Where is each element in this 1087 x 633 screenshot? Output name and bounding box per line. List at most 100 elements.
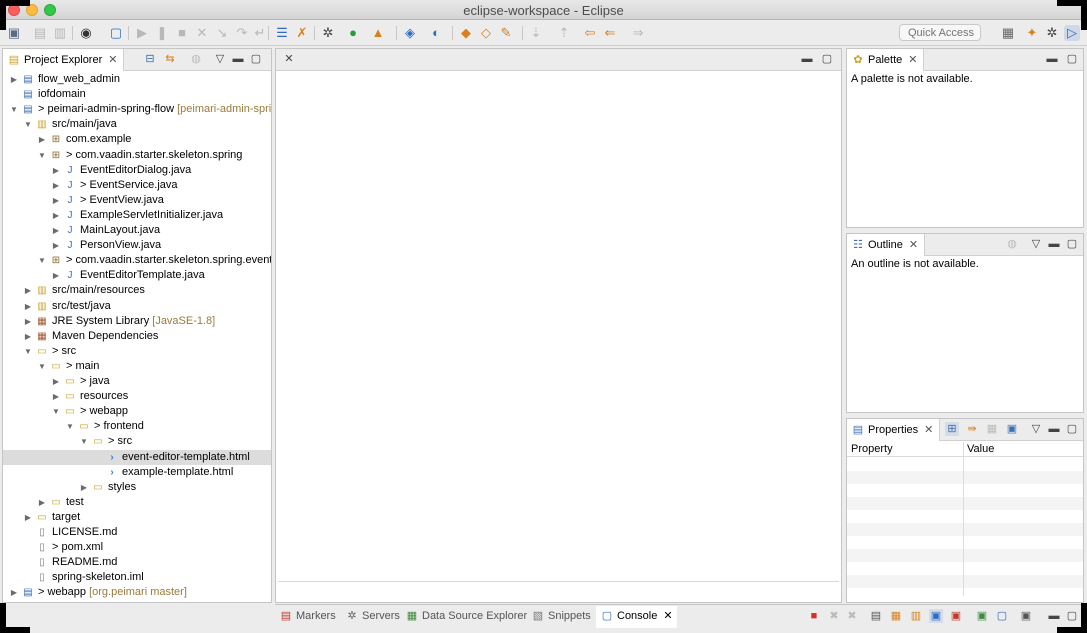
step-into-icon[interactable]: ↘: [214, 25, 230, 41]
collapse-triangle-icon[interactable]: ▶: [51, 389, 61, 404]
minimize-icon[interactable]: ▬: [1047, 609, 1061, 623]
sort-icon[interactable]: ◍: [1005, 237, 1019, 251]
tree-item[interactable]: ▤ iofdomain: [3, 87, 271, 102]
step-return-icon[interactable]: ↵: [252, 25, 268, 41]
maximize-icon[interactable]: ▢: [249, 52, 263, 66]
categories-icon[interactable]: ⊞: [945, 422, 959, 436]
tree-item[interactable]: ▶ ▦ Maven Dependencies: [3, 329, 271, 344]
expand-triangle-icon[interactable]: ▼: [65, 419, 75, 434]
focus-icon[interactable]: ◍: [189, 52, 203, 66]
web-perspective-icon[interactable]: ▷: [1064, 25, 1080, 41]
search-icon[interactable]: ✎: [498, 25, 514, 41]
collapse-triangle-icon[interactable]: ▶: [51, 193, 61, 208]
collapse-triangle-icon[interactable]: ▶: [51, 374, 61, 389]
tree-item[interactable]: ▼ ▥ src/main/java: [3, 117, 271, 132]
previous-annotation-icon[interactable]: ⇡: [556, 25, 572, 41]
tree-item[interactable]: ▶ J PersonView.java: [3, 238, 271, 253]
pin-icon[interactable]: ▣: [1005, 422, 1019, 436]
collapse-triangle-icon[interactable]: ▶: [51, 208, 61, 223]
tab-data-source-explorer[interactable]: ▦ Data Source Explorer: [405, 609, 527, 622]
tree-item[interactable]: ▶ J ExampleServletInitializer.java: [3, 208, 271, 223]
tab-snippets[interactable]: ▧ Snippets: [531, 609, 591, 622]
collapse-triangle-icon[interactable]: ▶: [79, 480, 89, 495]
tree-item[interactable]: ▶ ▭ test: [3, 495, 271, 510]
collapse-triangle-icon[interactable]: ▶: [23, 329, 33, 344]
expand-triangle-icon[interactable]: ▼: [37, 148, 47, 163]
resume-icon[interactable]: ▶: [134, 25, 150, 41]
tree-item[interactable]: ▯ README.md: [3, 555, 271, 570]
tree-item[interactable]: › example-template.html: [3, 465, 271, 480]
tree-item[interactable]: ▶ ⊞ com.example: [3, 132, 271, 147]
tree-item[interactable]: ▶ ▤ > webapp [org.peimari master]: [3, 585, 271, 600]
tab-project-explorer[interactable]: ▤ Project Explorer ✕: [3, 49, 125, 71]
step-over-icon[interactable]: ↷: [234, 25, 250, 41]
collapse-triangle-icon[interactable]: ▶: [51, 268, 61, 283]
terminate-console-icon[interactable]: ■: [807, 609, 821, 623]
tab-servers[interactable]: ✲ Servers: [345, 609, 400, 622]
tab-outline[interactable]: ☷ Outline ✕: [847, 234, 926, 256]
suspend-icon[interactable]: ❚: [154, 25, 170, 41]
tree-item[interactable]: ▶ ▭ target: [3, 510, 271, 525]
profile-icon[interactable]: ◉: [78, 25, 94, 41]
editor-minimize-icon[interactable]: ▬: [800, 52, 814, 66]
tree-item[interactable]: ▶ ▤ flow_web_admin: [3, 72, 271, 87]
terminate-icon[interactable]: ■: [174, 25, 190, 41]
tree-item[interactable]: ▶ ▥ src/test/java: [3, 299, 271, 314]
close-icon[interactable]: ✕: [909, 239, 918, 251]
back-icon[interactable]: ⇐: [602, 25, 618, 41]
tree-item[interactable]: ▶ ▦ JRE System Library [JavaSE-1.8]: [3, 314, 271, 329]
expand-triangle-icon[interactable]: ▼: [37, 359, 47, 374]
remove-all-icon[interactable]: ✖: [845, 609, 859, 623]
tree-item[interactable]: ▯ spring-skeleton.iml: [3, 570, 271, 585]
open-type-icon[interactable]: ◆: [458, 25, 474, 41]
tree-item[interactable]: ▼ ▭ > src: [3, 434, 271, 449]
tree-item[interactable]: ▶ ▭ > java: [3, 374, 271, 389]
maximize-icon[interactable]: ▢: [1065, 237, 1079, 251]
external-tools-icon[interactable]: ▲: [370, 25, 386, 41]
view-menu-icon[interactable]: ▽: [213, 52, 227, 66]
editor-close-icon[interactable]: ✕: [282, 52, 296, 66]
collapse-triangle-icon[interactable]: ▶: [51, 163, 61, 178]
display-console-icon[interactable]: ▢: [995, 609, 1009, 623]
tree-item[interactable]: ▼ ▭ > src: [3, 344, 271, 359]
show-on-error-icon[interactable]: ▣: [949, 609, 963, 623]
clear-console-icon[interactable]: ▤: [869, 609, 883, 623]
expand-triangle-icon[interactable]: ▼: [79, 434, 89, 449]
tree-item[interactable]: ▼ ⊞ > com.vaadin.starter.skeleton.spring.e…: [3, 253, 271, 268]
tree-item[interactable]: ▶ J > EventService.java: [3, 178, 271, 193]
view-menu-icon[interactable]: ▽: [1029, 237, 1043, 251]
minimize-icon[interactable]: ▬: [1047, 237, 1061, 251]
close-icon[interactable]: ✕: [663, 610, 672, 622]
advanced-icon[interactable]: ▦: [985, 422, 999, 436]
collapse-triangle-icon[interactable]: ▶: [51, 178, 61, 193]
editor-maximize-icon[interactable]: ▢: [820, 52, 834, 66]
tree-item[interactable]: ▶ J MainLayout.java: [3, 223, 271, 238]
maximize-icon[interactable]: ▢: [1065, 609, 1079, 623]
collapse-triangle-icon[interactable]: ▶: [51, 238, 61, 253]
collapse-triangle-icon[interactable]: ▶: [23, 283, 33, 298]
open-console-icon[interactable]: ▣: [1019, 609, 1033, 623]
tree-item[interactable]: ▼ ▤ > peimari-admin-spring-flow [peimari-a…: [3, 102, 271, 117]
maximize-icon[interactable]: ▢: [1065, 422, 1079, 436]
tree-item[interactable]: ▶ J > EventView.java: [3, 193, 271, 208]
tab-console[interactable]: ▢ Console ✕: [596, 606, 677, 628]
tree-item[interactable]: ▯ > pom.xml: [3, 540, 271, 555]
pin-console-icon[interactable]: ▣: [975, 609, 989, 623]
forward-icon[interactable]: ⇒: [630, 25, 646, 41]
tree-item[interactable]: ▶ ▭ styles: [3, 480, 271, 495]
tree-item[interactable]: ▼ ▭ > main: [3, 359, 271, 374]
tree-item[interactable]: ▼ ▭ > frontend: [3, 419, 271, 434]
tab-properties[interactable]: ▤ Properties ✕: [847, 419, 941, 441]
minimize-icon[interactable]: ▬: [231, 52, 245, 66]
remove-launch-icon[interactable]: ✖: [827, 609, 841, 623]
expand-triangle-icon[interactable]: ▼: [37, 253, 47, 268]
collapse-triangle-icon[interactable]: ▶: [37, 495, 47, 510]
expand-triangle-icon[interactable]: ▼: [9, 102, 19, 117]
collapse-triangle-icon[interactable]: ▶: [9, 585, 19, 600]
tab-markers[interactable]: ▤ Markers: [279, 609, 336, 622]
filter-icon[interactable]: ⇛: [965, 422, 979, 436]
tree-item[interactable]: ▶ ▥ src/main/resources: [3, 283, 271, 298]
tree-item[interactable]: ▯ LICENSE.md: [3, 525, 271, 540]
tab-palette[interactable]: ✿ Palette ✕: [847, 49, 925, 71]
close-icon[interactable]: ✕: [908, 54, 917, 66]
